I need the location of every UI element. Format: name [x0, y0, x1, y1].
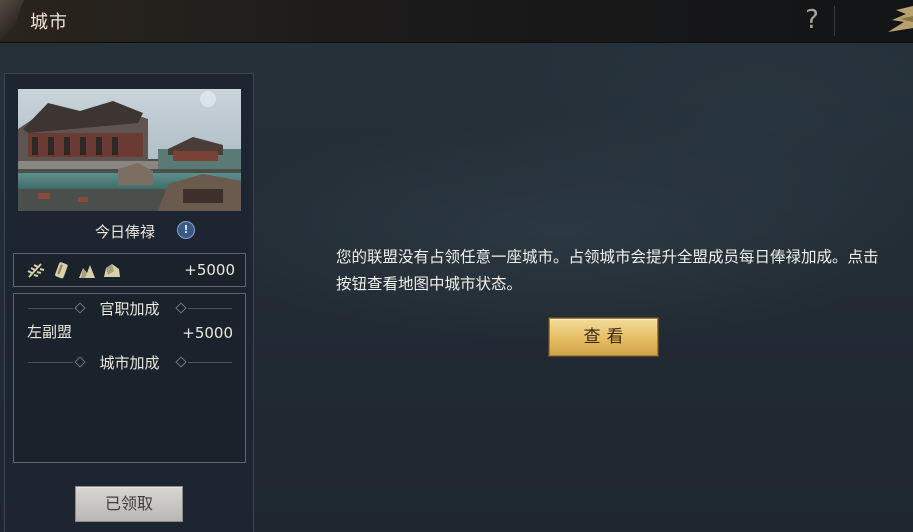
alliance-rank-label: 左副盟 [27, 323, 73, 341]
city-image [18, 89, 241, 211]
daily-salary-label: 今日俸禄 [95, 223, 156, 241]
city-bonus-header: 城市加成 [14, 352, 245, 372]
resource-amount: +5000 [184, 261, 235, 279]
wood-icon [55, 262, 68, 279]
page-title: 城市 [30, 12, 68, 33]
help-icon[interactable]: ? [800, 4, 824, 36]
view-button[interactable]: 查看 [549, 318, 658, 356]
header-divider [834, 6, 835, 36]
no-city-message: 您的联盟没有占领任意一座城市。占领城市会提升全盟成员每日俸禄加成。点击按钮查看地… [336, 248, 879, 293]
dragon-emblem-icon[interactable] [884, 2, 913, 38]
wheat-icon [27, 263, 45, 278]
info-icon[interactable]: ! [177, 221, 195, 239]
top-bar: 城市 ? [0, 0, 913, 43]
salary-panel: 今日俸禄 ! +5000 官职加成 左副盟 +5000 城市加成 已领取 [4, 73, 254, 532]
ore-icon [104, 264, 120, 277]
corner-ornament-icon [0, 0, 24, 42]
resource-reward-box: +5000 [13, 253, 246, 287]
alliance-rank-value: +5000 [182, 324, 233, 342]
official-bonus-label: 官职加成 [99, 300, 160, 318]
city-bonus-label: 城市加成 [99, 354, 160, 372]
bonus-box: 官职加成 左副盟 +5000 城市加成 [13, 293, 246, 463]
stone-icon [79, 265, 95, 278]
claimed-button[interactable]: 已领取 [75, 486, 183, 522]
official-bonus-header: 官职加成 [14, 298, 245, 318]
